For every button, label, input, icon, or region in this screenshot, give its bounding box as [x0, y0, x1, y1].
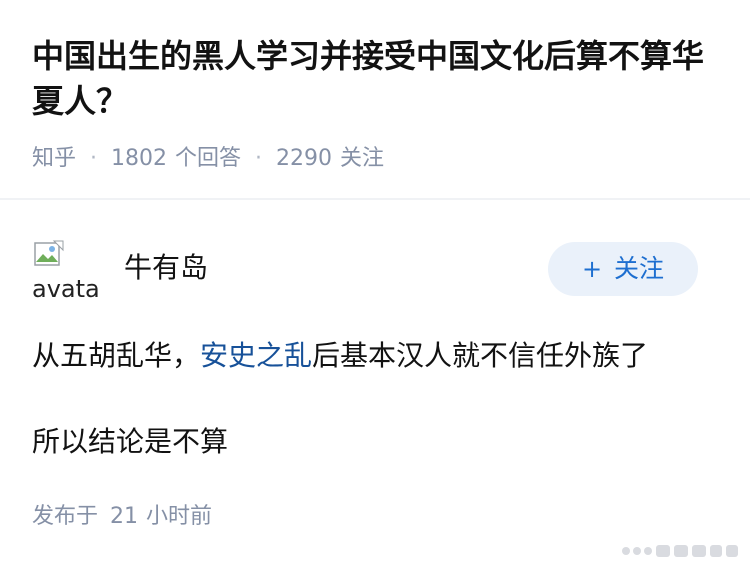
source-label[interactable]: 知乎 — [32, 146, 76, 171]
follow-button[interactable]: + 关注 — [548, 242, 698, 296]
question-title[interactable]: 中国出生的黑人学习并接受中国文化后算不算华夏人？ — [32, 34, 722, 124]
topic-link[interactable]: 安史之乱 — [200, 339, 312, 372]
avatar-alt-text: avatar — [32, 275, 98, 303]
follower-count-label: 关注 — [340, 146, 385, 171]
answer-card: avatar 牛有岛 + 关注 从五胡乱华，安史之乱后基本汉人就不信任外族了 所以… — [0, 200, 750, 568]
timestamp-label: 发布于 — [32, 504, 99, 529]
plus-icon: + — [581, 255, 603, 283]
answer-timestamp: 发布于 21 小时前 — [32, 501, 212, 533]
timestamp-number: 21 — [110, 504, 139, 529]
meta-separator: · — [255, 146, 263, 171]
timestamp-unit: 小时前 — [146, 504, 213, 529]
author-name[interactable]: 牛有岛 — [124, 249, 208, 287]
broken-image-icon — [34, 240, 64, 266]
avatar[interactable]: avatar — [32, 238, 98, 304]
answer-count-label: 个回答 — [175, 146, 242, 171]
follower-count: 2290 — [276, 146, 333, 171]
answer-text: 从五胡乱华， — [32, 339, 201, 372]
watermark-pattern — [622, 545, 738, 557]
follow-button-label: 关注 — [614, 254, 665, 283]
answer-paragraph: 从五胡乱华，安史之乱后基本汉人就不信任外族了 — [32, 334, 722, 378]
question-meta: 知乎 · 1802 个回答 · 2290 关注 — [32, 143, 384, 175]
answer-text: 后基本汉人就不信任外族了 — [312, 339, 649, 372]
answer-count: 1802 — [111, 146, 168, 171]
meta-separator: · — [90, 146, 98, 171]
question-card: 中国出生的黑人学习并接受中国文化后算不算华夏人？ 知乎 · 1802 个回答 · 2290… — [0, 0, 750, 198]
answer-body: 从五胡乱华，安史之乱后基本汉人就不信任外族了 所以结论是不算 — [32, 334, 722, 464]
answer-paragraph: 所以结论是不算 — [32, 425, 229, 458]
